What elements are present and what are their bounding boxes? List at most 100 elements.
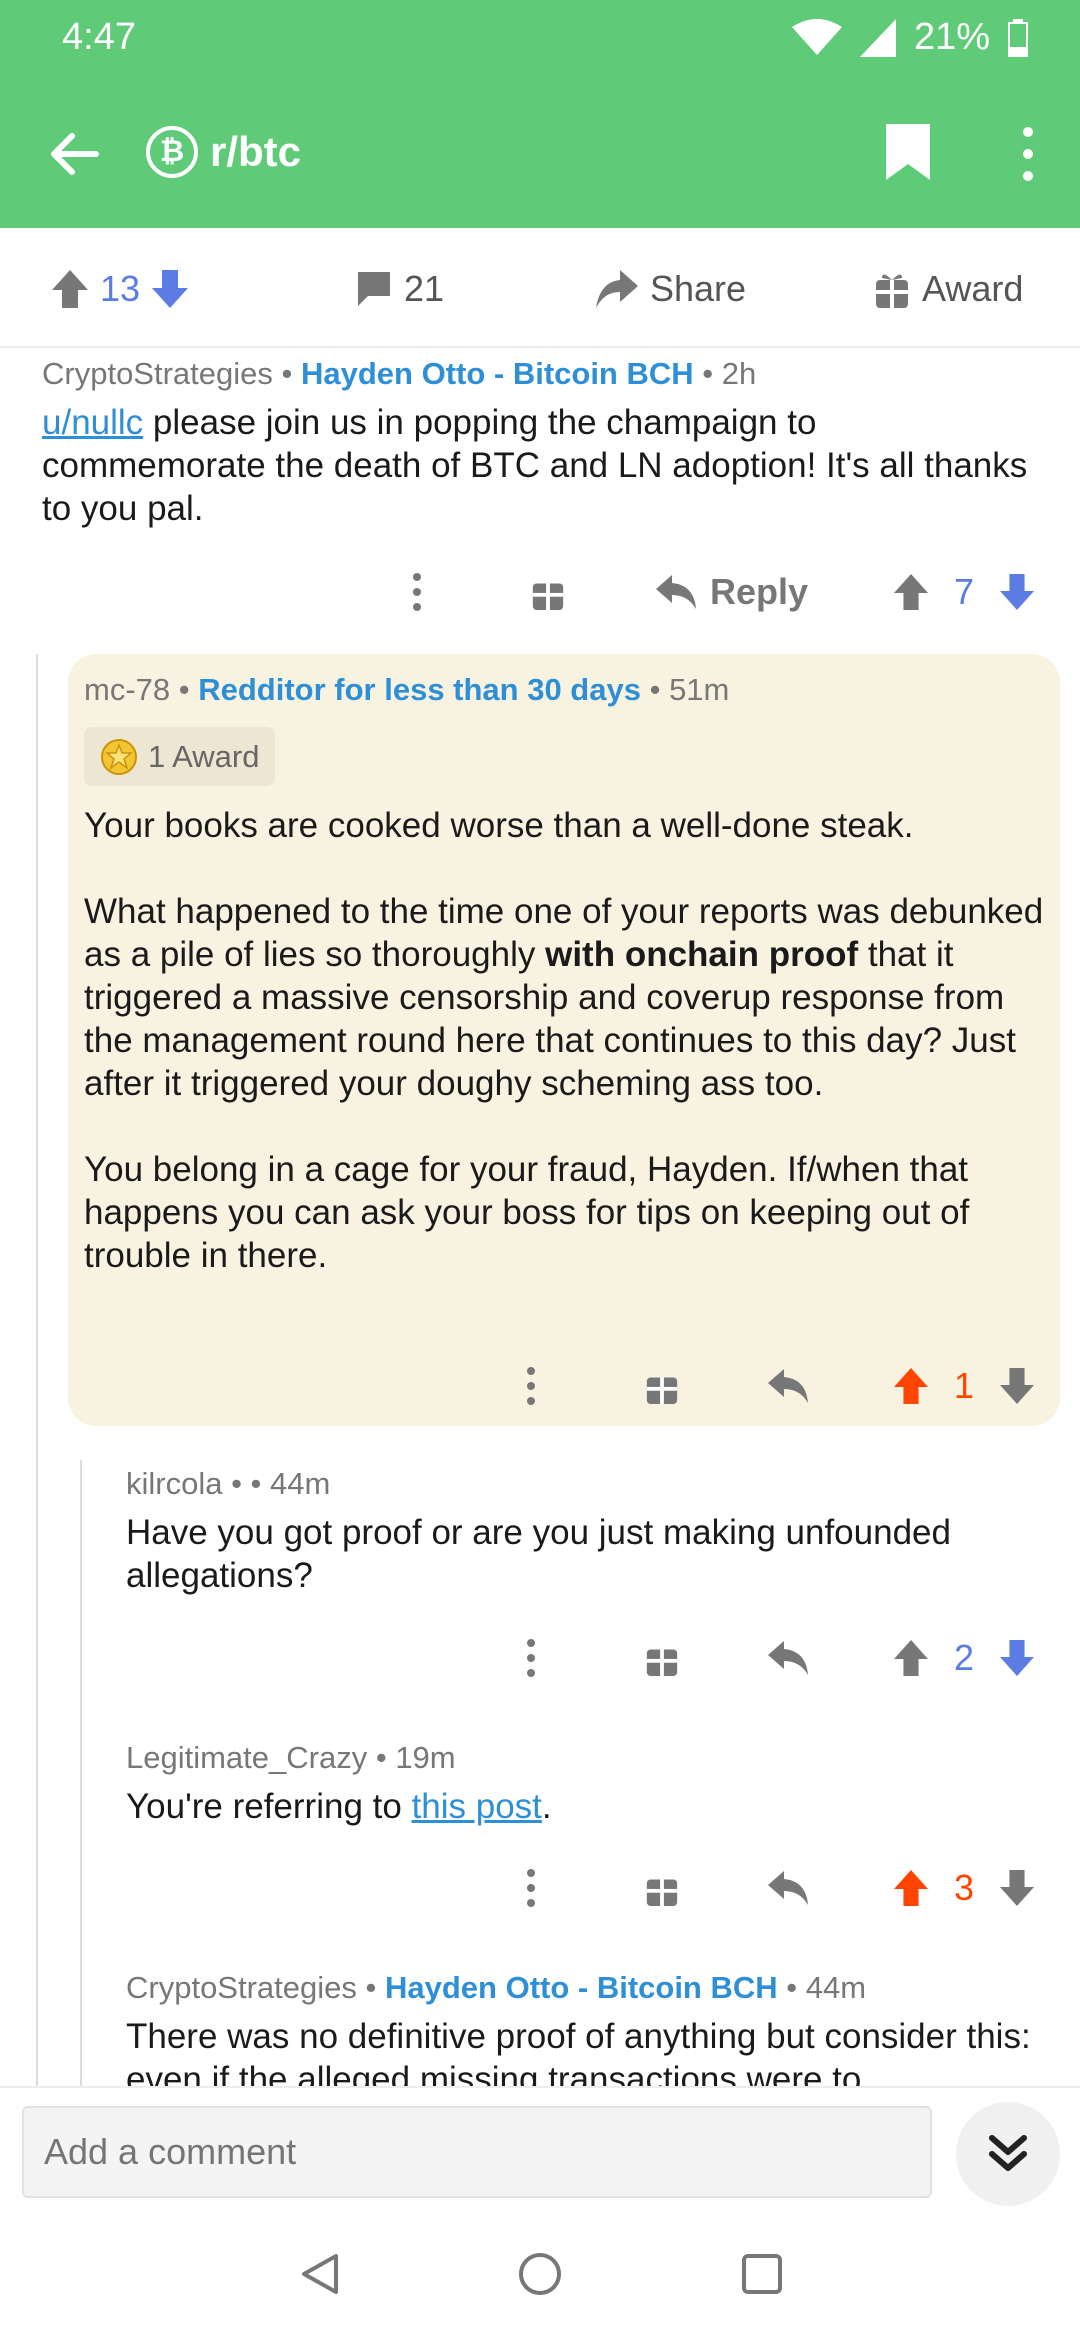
award-button[interactable]: Award [874, 268, 1023, 310]
post-score: 13 [100, 268, 141, 309]
comment: mc-78 • Redditor for less than 30 days •… [84, 668, 1044, 1277]
battery-icon [1008, 18, 1028, 57]
star-award-icon [101, 738, 137, 775]
signal-icon [859, 18, 896, 57]
bookmark-icon[interactable] [886, 124, 930, 180]
back-arrow-icon[interactable] [44, 124, 104, 184]
comment-meta: mc-78 • Redditor for less than 30 days •… [84, 672, 730, 707]
comment-time: 2h [721, 356, 757, 391]
post-action-bar: 13 21 Share Award [0, 228, 1080, 348]
clock: 4:47 [62, 16, 136, 58]
comment-vote: 1 [894, 1365, 1035, 1407]
bold-text: with onchain proof [545, 935, 859, 974]
gift-icon[interactable] [530, 574, 566, 610]
more-options-icon[interactable] [524, 1868, 538, 1908]
comment: Legitimate_Crazy • 19m You're referring … [126, 1736, 1046, 1828]
more-options-icon[interactable] [1016, 126, 1040, 182]
upvote-icon[interactable] [52, 270, 88, 308]
post-link[interactable]: this post [412, 1787, 542, 1826]
post-vote: 13 [52, 268, 189, 310]
home-circle-icon[interactable] [518, 2252, 562, 2296]
comment-body: There was no definitive proof of anythin… [126, 2017, 1031, 2086]
system-nav-bar [0, 2206, 1080, 2340]
battery-text: 21% [913, 16, 990, 58]
comment-text: please join us in popping the champaign … [42, 403, 1028, 528]
downvote-icon[interactable] [1000, 574, 1035, 610]
share-button[interactable]: Share [596, 268, 746, 310]
more-options-icon[interactable] [524, 1638, 538, 1678]
downvote-icon[interactable] [1000, 1368, 1035, 1404]
status-bar: 4:47 21% [0, 0, 1080, 80]
comment-actions: Reply 7 [410, 562, 1050, 622]
downvote-icon[interactable] [1000, 1640, 1035, 1676]
comment-author[interactable]: CryptoStrategies [126, 1970, 357, 2005]
comment-vote: 7 [894, 571, 1035, 613]
comment-time: 19m [395, 1740, 456, 1775]
comment: kilrcola • • 44m Have you got proof or a… [126, 1462, 1046, 1597]
jump-to-next-button[interactable] [956, 2102, 1060, 2206]
comment-text: . [541, 1787, 552, 1826]
comment-author[interactable]: CryptoStrategies [42, 356, 273, 391]
thread-line [36, 654, 38, 2086]
user-flair: Hayden Otto - Bitcoin BCH [384, 1970, 778, 2005]
bitcoin-icon: ₿ [146, 126, 198, 178]
comment-score: 3 [954, 1867, 975, 1908]
downvote-icon[interactable] [152, 270, 189, 308]
comments-count-button[interactable]: 21 [356, 268, 444, 310]
comment-body: You're referring to this post. [126, 1785, 1046, 1828]
gift-icon [876, 274, 908, 308]
comment-time: 51m [669, 672, 730, 707]
comment-meta: kilrcola • • 44m [126, 1466, 331, 1501]
comment: CryptoStrategies • Hayden Otto - Bitcoin… [126, 1966, 1046, 2086]
comment-time: 44m [270, 1466, 331, 1501]
upvote-icon[interactable] [894, 574, 928, 610]
comment-time: 44m [805, 1970, 867, 2005]
more-options-icon[interactable] [410, 572, 424, 612]
wifi-icon [791, 18, 842, 55]
share-label: Share [650, 268, 747, 309]
reply-icon[interactable] [768, 1641, 808, 1675]
upvote-icon[interactable] [894, 1870, 928, 1906]
downvote-icon[interactable] [1000, 1870, 1035, 1906]
reply-icon [656, 575, 696, 609]
more-options-icon[interactable] [524, 1366, 538, 1406]
comment-meta: CryptoStrategies • Hayden Otto - Bitcoin… [126, 1970, 867, 2005]
user-link[interactable]: u/nullc [42, 403, 143, 442]
comment-vote: 3 [894, 1867, 1035, 1909]
comment: CryptoStrategies • Hayden Otto - Bitcoin… [42, 352, 1042, 530]
app-bar: 4:47 21% ₿ r/btc [0, 0, 1080, 228]
comment-author[interactable]: mc-78 [84, 672, 170, 707]
comment-actions: 2 [524, 1628, 1044, 1688]
comment-meta: Legitimate_Crazy • 19m [126, 1740, 456, 1775]
comment-author[interactable]: Legitimate_Crazy [126, 1740, 367, 1775]
award-label: Award [922, 268, 1024, 309]
comment-composer [0, 2086, 1080, 2206]
comment-author[interactable]: kilrcola [126, 1466, 222, 1501]
upvote-icon[interactable] [894, 1368, 928, 1404]
double-chevron-down-icon [989, 2135, 1027, 2171]
reply-button[interactable]: Reply [656, 571, 808, 613]
reply-icon[interactable] [768, 1369, 808, 1403]
upvote-icon[interactable] [894, 1640, 928, 1676]
recents-square-icon[interactable] [740, 2252, 784, 2296]
gift-icon[interactable] [644, 1640, 680, 1676]
gift-icon[interactable] [644, 1368, 680, 1404]
comment-meta: CryptoStrategies • Hayden Otto - Bitcoin… [42, 356, 757, 391]
back-triangle-icon[interactable] [298, 2252, 342, 2296]
comment-body: Have you got proof or are you just makin… [126, 1513, 951, 1595]
comment-score: 1 [954, 1365, 975, 1406]
comment-paragraph: What happened to the time one of your re… [84, 890, 1044, 1105]
share-icon [596, 270, 638, 308]
subreddit-title[interactable]: ₿ r/btc [146, 126, 301, 178]
user-flair: Hayden Otto - Bitcoin BCH [300, 356, 694, 391]
comment-input[interactable] [22, 2106, 932, 2198]
comment-actions: 3 [524, 1858, 1044, 1918]
gift-icon[interactable] [644, 1870, 680, 1906]
comment-paragraph: Your books are cooked worse than a well-… [84, 806, 914, 845]
reply-label: Reply [710, 571, 809, 612]
status-icons: 21% [791, 16, 1028, 59]
toolbar: ₿ r/btc [0, 100, 1080, 210]
comment-paragraph: You belong in a cage for your fraud, Hay… [84, 1150, 970, 1275]
reply-icon[interactable] [768, 1871, 808, 1905]
award-badge[interactable]: 1 Award [84, 727, 276, 786]
